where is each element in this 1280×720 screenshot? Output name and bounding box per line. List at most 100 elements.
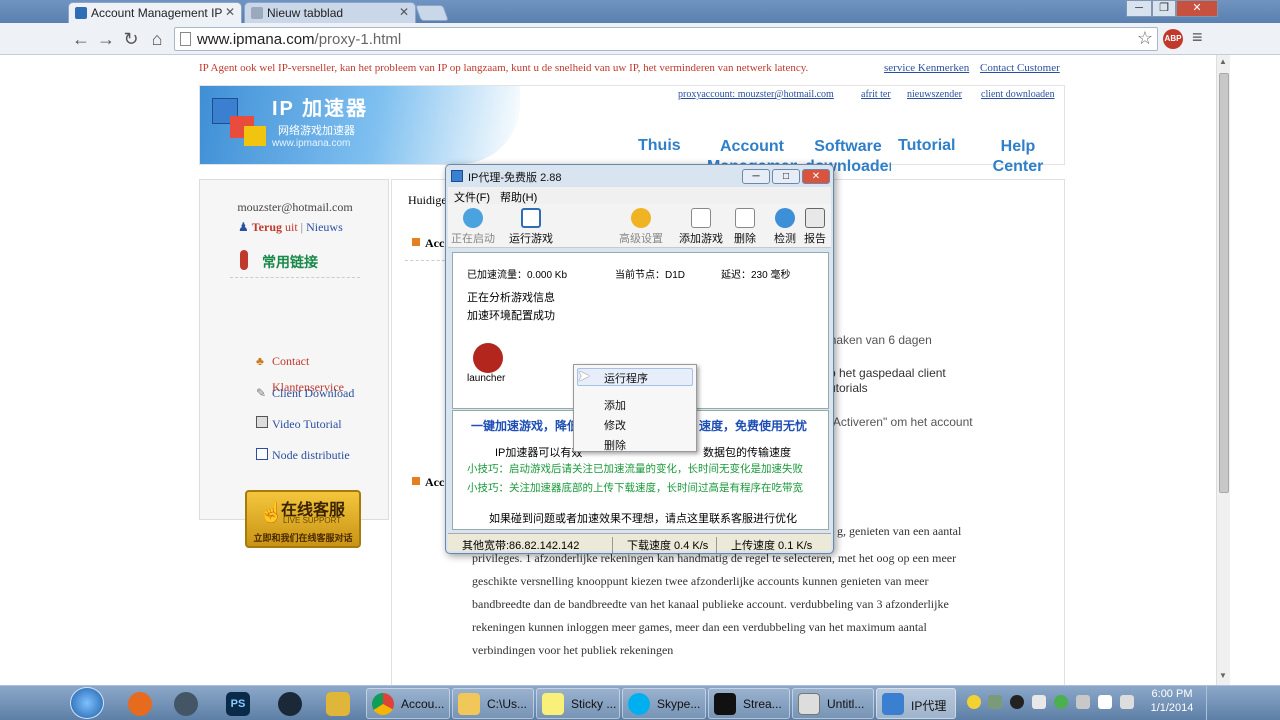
taskbar-clock[interactable]: 6:00 PM 1/1/2014 — [1148, 688, 1196, 714]
run-game-button[interactable]: 运行游戏 — [506, 208, 556, 246]
report-button[interactable]: 报告 — [790, 208, 840, 246]
scroll-thumb[interactable] — [1219, 73, 1229, 493]
close-tab-icon[interactable]: ✕ — [399, 5, 409, 19]
chrome-icon — [372, 693, 394, 715]
audio-app-pinned[interactable] — [166, 689, 206, 719]
tray-check-icon[interactable] — [1054, 695, 1068, 709]
taskbar-explorer[interactable]: C:\Us... — [452, 688, 534, 719]
folder-icon — [458, 693, 480, 715]
game-label[interactable]: launcher — [467, 373, 505, 384]
context-menu: 运行程序 添加 修改 删除 — [573, 364, 697, 452]
tab-new-tab[interactable]: Nieuw tabblad ✕ — [244, 2, 416, 23]
forward-arrow-icon[interactable]: → — [95, 28, 117, 50]
paragraph-line: bandbreedte dan de bandbreedte van het k… — [472, 597, 949, 611]
person-icon: ♟ — [238, 220, 249, 234]
context-menu-run-program[interactable]: 运行程序 — [604, 370, 648, 386]
launcher-game-icon[interactable] — [473, 343, 503, 373]
volume-icon[interactable] — [1120, 695, 1134, 709]
accelerated-traffic: 已加速流量：0.000 Kb — [467, 270, 568, 281]
bookmark-star-icon[interactable]: ☆ — [1137, 28, 1153, 49]
context-menu-edit[interactable]: 修改 — [604, 417, 626, 433]
menu-file[interactable]: 文件(F) — [454, 189, 490, 205]
steam-icon — [278, 692, 302, 716]
cube-yellow-icon — [244, 126, 266, 146]
scroll-down-icon[interactable]: ▼ — [1219, 671, 1227, 680]
news-link[interactable]: Nieuws — [306, 220, 343, 234]
starting-button[interactable]: 正在启动 — [448, 208, 498, 246]
tray-security-icon[interactable] — [988, 695, 1002, 709]
log-line: 正在分析游戏信息 — [467, 292, 555, 304]
clock-date: 1/1/2014 — [1150, 702, 1194, 714]
new-tab-button[interactable] — [415, 5, 449, 21]
nav-home[interactable]: Thuis — [638, 137, 681, 155]
tool-label: 高级设置 — [619, 233, 663, 245]
back-link[interactable]: Terug — [252, 220, 282, 234]
reload-icon[interactable]: ↻ — [120, 28, 142, 50]
contact-customer-link[interactable]: Contact Customer — [980, 62, 1060, 74]
proxy-account-link[interactable]: proxyaccount: mouzster@hotmail.com — [678, 89, 834, 100]
taskbar-untitled[interactable]: Untitl... — [792, 688, 874, 719]
divider — [405, 260, 445, 261]
minimize-button[interactable]: ─ — [1126, 0, 1152, 17]
vertical-scrollbar[interactable]: ▲ ▼ — [1216, 55, 1280, 685]
sign-out-link[interactable]: afrit ter — [861, 89, 891, 100]
close-window-button[interactable]: ✕ — [1176, 0, 1218, 17]
tool-label: 删除 — [734, 233, 756, 245]
taskbar-ip-proxy[interactable]: IP代理 — [876, 688, 956, 719]
delete-document-icon — [735, 208, 755, 228]
tray-nvidia-icon[interactable] — [1010, 695, 1024, 709]
add-game-button[interactable]: 添加游戏 — [676, 208, 726, 246]
address-bar[interactable]: www.ipmana.com/proxy-1.html ☆ — [174, 27, 1158, 51]
sidebar-nav-line: ♟ Terug uit | Nieuws — [238, 220, 343, 235]
start-orb-icon[interactable] — [70, 687, 104, 719]
logout-link[interactable]: uit — [285, 220, 298, 234]
tray-device-icon[interactable] — [1032, 695, 1046, 709]
help-line-link[interactable]: 如果碰到问题或者加速效果不理想，请点这里联系客服进行优化 — [489, 510, 797, 526]
log-line: 加速环境配置成功 — [467, 310, 555, 322]
service-features-link[interactable]: service Kenmerken — [884, 62, 969, 74]
tab-account-management[interactable]: Account Management IP ✕ — [68, 2, 242, 23]
taskbar-skype[interactable]: Skype... — [622, 688, 706, 719]
taskbar-sticky-notes[interactable]: Sticky ... — [536, 688, 620, 719]
sidebar-link-client-download[interactable]: Client Download — [272, 386, 354, 401]
tool-pinned[interactable] — [318, 689, 358, 719]
taskbar-chrome[interactable]: Accou... — [366, 688, 450, 719]
audio-app-icon — [174, 692, 198, 716]
maximize-button[interactable]: ❐ — [1152, 0, 1176, 17]
client-download-link[interactable]: client downloaden — [981, 89, 1055, 100]
advanced-settings-button[interactable]: 高级设置 — [616, 208, 666, 246]
scroll-up-icon[interactable]: ▲ — [1219, 57, 1227, 66]
tool-label: 正在启动 — [451, 233, 495, 245]
back-arrow-icon[interactable]: ← — [70, 28, 92, 50]
sidebar-link-contact[interactable]: Contact — [272, 354, 309, 369]
tray-yellow-icon[interactable] — [967, 695, 981, 709]
firefox-pinned[interactable] — [120, 689, 160, 719]
context-menu-delete[interactable]: 删除 — [604, 437, 626, 453]
menu-help[interactable]: 帮助(H) — [500, 189, 537, 205]
newsletter-link[interactable]: nieuwszender — [907, 89, 962, 100]
tray-network-icon[interactable] — [1076, 695, 1090, 709]
close-tab-icon[interactable]: ✕ — [225, 5, 235, 19]
sidebar-link-node-distribution[interactable]: Node distributie — [272, 448, 350, 463]
show-desktop-button[interactable] — [1206, 686, 1216, 720]
adblock-plus-icon[interactable]: ABP — [1163, 29, 1183, 49]
menu-icon[interactable]: ≡ — [1192, 27, 1203, 48]
live-support-button[interactable]: ☝ 在线客服 LIVE SUPPORT 立即和我们在线客服对话 — [245, 490, 361, 548]
home-icon[interactable]: ⌂ — [146, 28, 168, 50]
tray-flag-icon[interactable] — [1098, 695, 1112, 709]
taskbar-stream[interactable]: Strea... — [708, 688, 790, 719]
sidebar-link-video-tutorial[interactable]: Video Tutorial — [272, 417, 342, 432]
qq-penguin-icon: ♣ — [256, 354, 264, 368]
globe-icon — [463, 208, 483, 228]
dialog-menubar: 文件(F) 帮助(H) — [448, 187, 831, 204]
content-text: g, genieten van een aantal — [837, 524, 962, 538]
steam-pinned[interactable] — [270, 689, 310, 719]
dialog-close-button[interactable]: ✕ — [802, 169, 830, 184]
photoshop-pinned[interactable]: PS — [218, 689, 258, 719]
scroll-track[interactable]: ▲ ▼ — [1216, 55, 1230, 685]
nav-help-center[interactable]: Help Center — [990, 137, 1046, 177]
nav-tutorial[interactable]: Tutorial — [898, 137, 955, 155]
dialog-minimize-button[interactable]: ─ — [742, 169, 770, 184]
dialog-maximize-button[interactable]: □ — [772, 169, 800, 184]
context-menu-add[interactable]: 添加 — [604, 397, 626, 413]
